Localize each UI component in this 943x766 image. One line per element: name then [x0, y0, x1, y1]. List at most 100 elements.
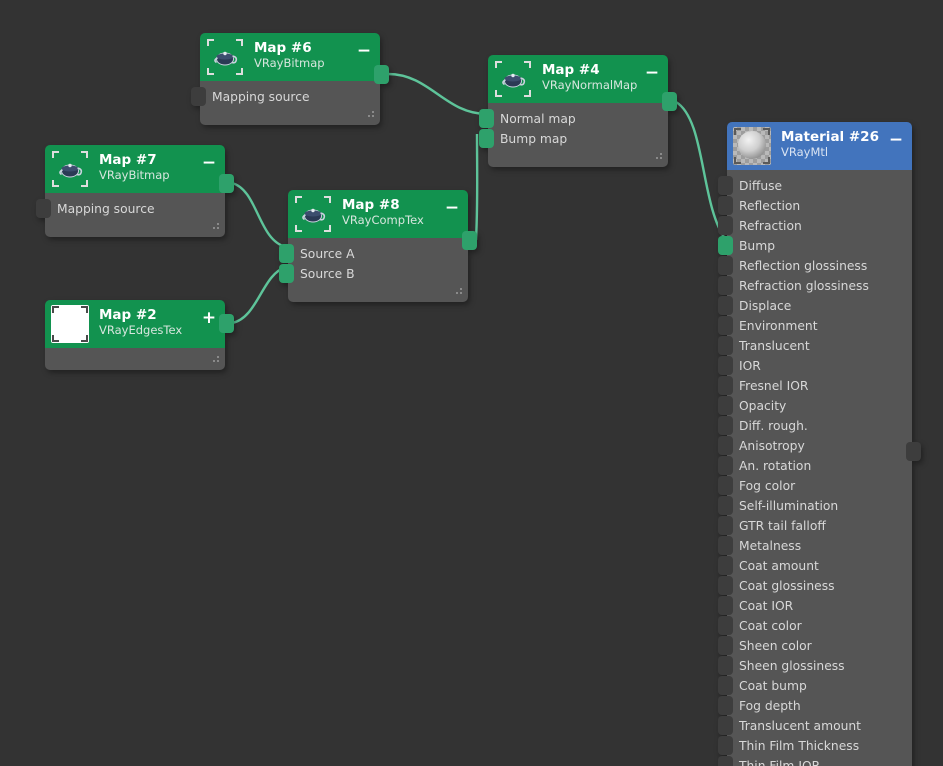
socket-material-coat-amount[interactable]: [718, 556, 733, 575]
slot-row[interactable]: Reflection: [727, 196, 912, 216]
node-map-4-collapse-button[interactable]: −: [640, 61, 664, 87]
slot-row[interactable]: Coat color: [727, 616, 912, 636]
socket-material-reflection[interactable]: [718, 196, 733, 215]
slot-row[interactable]: Environment: [727, 316, 912, 336]
socket-map-8-output[interactable]: [462, 231, 477, 250]
slot-row[interactable]: Mapping source: [200, 87, 380, 107]
slot-row[interactable]: Coat bump: [727, 676, 912, 696]
resize-grip-icon[interactable]: [210, 223, 219, 232]
slot-row[interactable]: Coat amount: [727, 556, 912, 576]
slot-row[interactable]: Normal map: [488, 109, 668, 129]
socket-material-thin-film-ior[interactable]: [718, 756, 733, 766]
socket-material-fresnel-ior[interactable]: [718, 376, 733, 395]
resize-grip-icon[interactable]: [210, 356, 219, 365]
node-material-26-header[interactable]: Material #26 VRayMtl −: [727, 122, 912, 170]
slot-row[interactable]: An. rotation: [727, 456, 912, 476]
socket-material-anisotropy[interactable]: [718, 436, 733, 455]
node-material-26[interactable]: Material #26 VRayMtl − Diffuse Reflectio…: [718, 122, 921, 766]
slot-row[interactable]: IOR: [727, 356, 912, 376]
socket-material-fog-depth[interactable]: [718, 696, 733, 715]
slot-row[interactable]: Diffuse: [727, 176, 912, 196]
socket-material-metalness[interactable]: [718, 536, 733, 555]
node-map-7[interactable]: Map #7 VRayBitmap − Mapping source: [36, 145, 234, 237]
slot-row[interactable]: Metalness: [727, 536, 912, 556]
slot-row[interactable]: GTR tail falloff: [727, 516, 912, 536]
socket-material-refraction[interactable]: [718, 216, 733, 235]
socket-material-reflection-glossiness[interactable]: [718, 256, 733, 275]
socket-material-thin-film-thickness[interactable]: [718, 736, 733, 755]
node-map-6-collapse-button[interactable]: −: [352, 39, 376, 65]
socket-map-6-mapping-source[interactable]: [191, 87, 206, 106]
socket-map-2-output[interactable]: [219, 314, 234, 333]
slot-row[interactable]: Opacity: [727, 396, 912, 416]
socket-material-self-illumination[interactable]: [718, 496, 733, 515]
slot-row[interactable]: Source B: [288, 264, 468, 284]
socket-material-sheen-glossiness[interactable]: [718, 656, 733, 675]
slot-row[interactable]: Bump map: [488, 129, 668, 149]
resize-grip-icon[interactable]: [453, 288, 462, 297]
socket-material-fog-color[interactable]: [718, 476, 733, 495]
socket-material-gtr-tail-falloff[interactable]: [718, 516, 733, 535]
slot-row[interactable]: Source A: [288, 244, 468, 264]
socket-material-displace[interactable]: [718, 296, 733, 315]
slot-row[interactable]: Bump: [727, 236, 912, 256]
socket-material-coat-bump[interactable]: [718, 676, 733, 695]
socket-map-4-bump-map[interactable]: [479, 129, 494, 148]
slot-row[interactable]: Sheen color: [727, 636, 912, 656]
node-material-26-collapse-button[interactable]: −: [884, 128, 908, 154]
node-map-6[interactable]: Map #6 VRayBitmap − Mapping source: [191, 33, 389, 125]
socket-map-7-mapping-source[interactable]: [36, 199, 51, 218]
node-map-2-expand-button[interactable]: +: [197, 306, 221, 332]
socket-material-diffuse[interactable]: [718, 176, 733, 195]
slot-row[interactable]: Fog depth: [727, 696, 912, 716]
slot-row[interactable]: Translucent amount: [727, 716, 912, 736]
resize-grip-icon[interactable]: [653, 153, 662, 162]
socket-map-4-output[interactable]: [662, 92, 677, 111]
slot-row[interactable]: Reflection glossiness: [727, 256, 912, 276]
socket-material-bump[interactable]: [718, 236, 733, 255]
node-map-6-header[interactable]: Map #6 VRayBitmap −: [200, 33, 380, 81]
socket-map-4-normal-map[interactable]: [479, 109, 494, 128]
node-map-2[interactable]: Map #2 VRayEdgesTex +: [45, 300, 234, 370]
socket-material-sheen-color[interactable]: [718, 636, 733, 655]
slot-row[interactable]: Diff. rough.: [727, 416, 912, 436]
socket-material-diff-rough[interactable]: [718, 416, 733, 435]
socket-material-environment[interactable]: [718, 316, 733, 335]
slot-row[interactable]: Translucent: [727, 336, 912, 356]
slot-row[interactable]: Mapping source: [45, 199, 225, 219]
node-map-2-header[interactable]: Map #2 VRayEdgesTex +: [45, 300, 225, 348]
socket-map-6-output[interactable]: [374, 65, 389, 84]
slot-row[interactable]: Refraction: [727, 216, 912, 236]
slot-row[interactable]: Fresnel IOR: [727, 376, 912, 396]
slot-row[interactable]: Displace: [727, 296, 912, 316]
slot-row[interactable]: Refraction glossiness: [727, 276, 912, 296]
node-map-8-collapse-button[interactable]: −: [440, 196, 464, 222]
slot-row[interactable]: Fog color: [727, 476, 912, 496]
node-map-4[interactable]: Map #4 VRayNormalMap − Normal map Bump m…: [479, 55, 677, 167]
socket-material-coat-ior[interactable]: [718, 596, 733, 615]
slot-row[interactable]: Anisotropy: [727, 436, 912, 456]
socket-map-8-source-a[interactable]: [279, 244, 294, 263]
node-editor-canvas[interactable]: Map #6 VRayBitmap − Mapping source Map #…: [0, 0, 943, 766]
socket-material-refraction-glossiness[interactable]: [718, 276, 733, 295]
slot-row[interactable]: Thin Film Thickness: [727, 736, 912, 756]
slot-row[interactable]: Sheen glossiness: [727, 656, 912, 676]
slot-row[interactable]: Coat IOR: [727, 596, 912, 616]
socket-map-8-source-b[interactable]: [279, 264, 294, 283]
socket-material-translucent-amount[interactable]: [718, 716, 733, 735]
socket-material-ior[interactable]: [718, 356, 733, 375]
node-map-7-collapse-button[interactable]: −: [197, 151, 221, 177]
slot-row[interactable]: Self-illumination: [727, 496, 912, 516]
resize-grip-icon[interactable]: [365, 111, 374, 120]
slot-row[interactable]: Thin Film IOR: [727, 756, 912, 766]
node-map-4-header[interactable]: Map #4 VRayNormalMap −: [488, 55, 668, 103]
slot-row[interactable]: Coat glossiness: [727, 576, 912, 596]
node-map-8-header[interactable]: Map #8 VRayCompTex −: [288, 190, 468, 238]
socket-material-translucent[interactable]: [718, 336, 733, 355]
socket-map-7-output[interactable]: [219, 174, 234, 193]
node-map-7-header[interactable]: Map #7 VRayBitmap −: [45, 145, 225, 193]
socket-material-coat-color[interactable]: [718, 616, 733, 635]
socket-material-coat-glossiness[interactable]: [718, 576, 733, 595]
node-map-8[interactable]: Map #8 VRayCompTex − Source A Source B: [279, 190, 477, 302]
socket-material-opacity[interactable]: [718, 396, 733, 415]
